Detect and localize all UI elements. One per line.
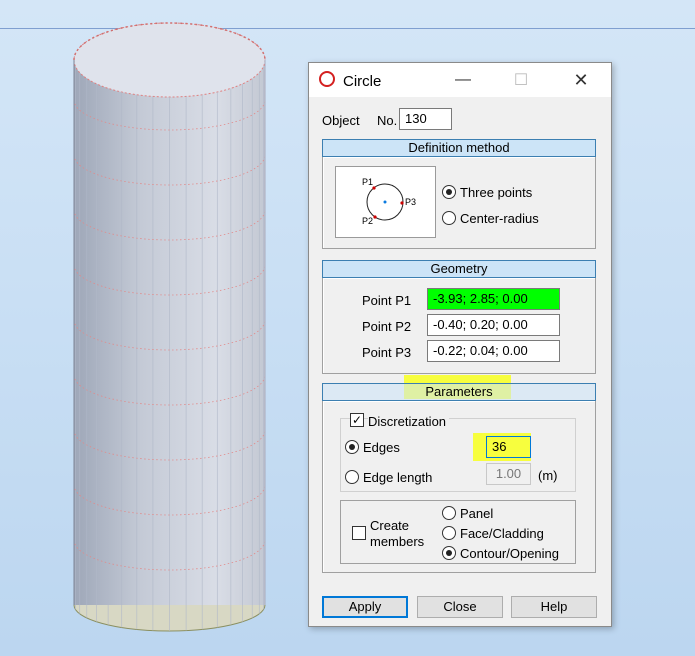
edges-radio[interactable] [345, 440, 359, 454]
definition-method-header: Definition method [322, 139, 596, 157]
help-button[interactable]: Help [511, 596, 597, 618]
dialog-title: Circle [343, 73, 382, 90]
edge-length-field[interactable]: 1.00 [486, 463, 531, 485]
edges-label[interactable]: Edges [363, 440, 400, 455]
point-p1-label: Point P1 [362, 293, 412, 308]
point-p1-field[interactable]: -3.93; 2.85; 0.00 [427, 288, 560, 310]
point-p2-field[interactable]: -0.40; 0.20; 0.00 [427, 314, 560, 336]
three-points-label[interactable]: Three points [460, 185, 532, 200]
discretization-label[interactable]: Discretization [368, 414, 450, 429]
face-cladding-label[interactable]: Face/Cladding [460, 526, 544, 541]
discretization-checkbox[interactable]: ✓ [350, 413, 364, 427]
object-no-label: No. [377, 113, 398, 128]
close-button[interactable]: Close [417, 596, 503, 618]
point-p3-field[interactable]: -0.22; 0.04; 0.00 [427, 340, 560, 362]
create-members-checkbox[interactable] [352, 526, 366, 540]
contour-opening-label[interactable]: Contour/Opening [460, 546, 559, 561]
maximize-icon: ☐ [513, 72, 529, 89]
object-label: Object [322, 113, 360, 128]
three-points-diagram: P1 P3 P2 [335, 166, 436, 238]
face-cladding-radio[interactable] [442, 526, 456, 540]
circle-dialog: Circle — ☐ ✕ Object No. 130 Definition m… [308, 62, 612, 627]
minimize-button[interactable]: — [443, 67, 483, 93]
geometry-header: Geometry [322, 260, 596, 278]
edge-length-radio[interactable] [345, 470, 359, 484]
p3-label: P3 [405, 197, 416, 207]
panel-radio[interactable] [442, 506, 456, 520]
three-points-radio[interactable] [442, 185, 456, 199]
minimize-icon: — [455, 71, 471, 88]
p1-label: P1 [362, 177, 373, 187]
create-members-label-2[interactable]: members [370, 534, 424, 549]
edges-field[interactable]: 36 [486, 436, 531, 458]
center-radius-radio[interactable] [442, 211, 456, 225]
close-window-button[interactable]: ✕ [561, 67, 601, 93]
center-radius-label[interactable]: Center-radius [460, 211, 539, 226]
apply-button[interactable]: Apply [322, 596, 408, 618]
parameters-header: Parameters [322, 383, 596, 401]
panel-label[interactable]: Panel [460, 506, 493, 521]
dialog-titlebar[interactable]: Circle — ☐ ✕ [309, 63, 611, 97]
point-p2-label: Point P2 [362, 319, 412, 334]
maximize-button[interactable]: ☐ [501, 67, 541, 93]
contour-opening-radio[interactable] [442, 546, 456, 560]
create-members-label-1[interactable]: Create [370, 518, 409, 533]
cylinder-model[interactable] [73, 22, 266, 632]
close-icon: ✕ [573, 69, 589, 90]
edge-length-unit: (m) [538, 468, 558, 483]
edge-length-label[interactable]: Edge length [363, 470, 432, 485]
circle-icon [319, 71, 335, 87]
object-number-field[interactable]: 130 [399, 108, 452, 130]
model-viewport[interactable] [0, 0, 300, 656]
p2-label: P2 [362, 216, 373, 226]
point-p3-label: Point P3 [362, 345, 412, 360]
